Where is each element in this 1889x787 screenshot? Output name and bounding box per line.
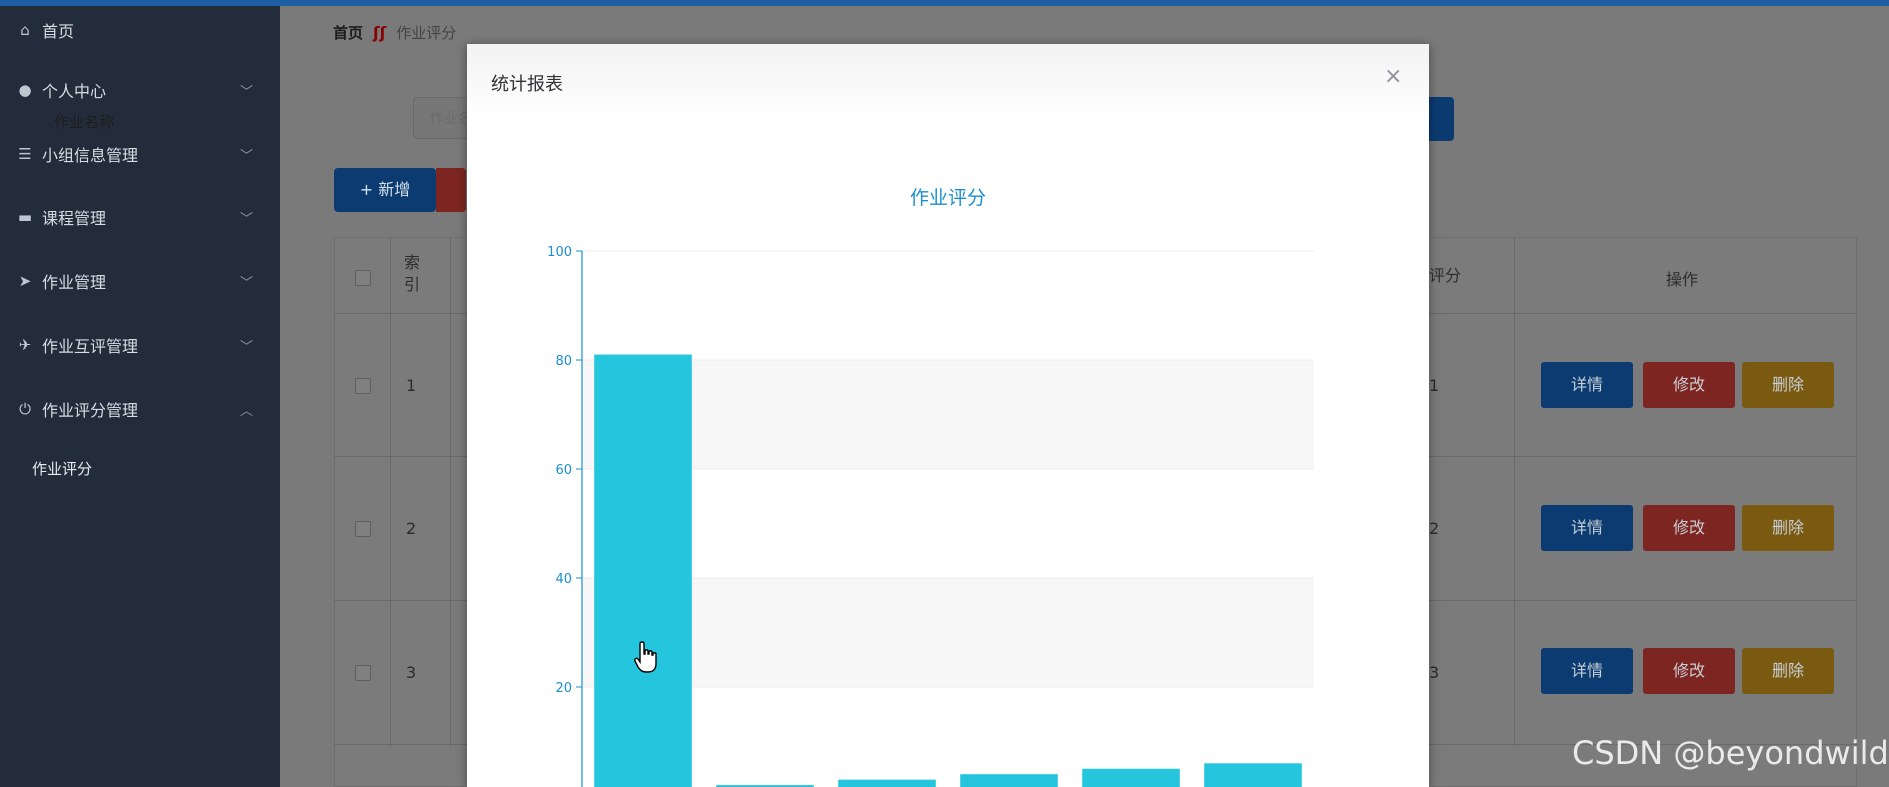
chevron-down-icon: ﹀ xyxy=(240,84,254,100)
bar xyxy=(1204,763,1302,787)
edit-button[interactable]: 修改 xyxy=(1643,362,1735,408)
search-input[interactable]: 作业名 xyxy=(413,97,473,139)
send-icon: ➤ xyxy=(18,272,32,290)
home-icon: ⌂ xyxy=(20,21,30,39)
bar xyxy=(838,779,936,787)
chevron-up-icon: ︿ xyxy=(240,403,254,419)
chevron-down-icon: ﹀ xyxy=(240,148,254,164)
detail-button[interactable]: 详情 xyxy=(1541,505,1633,551)
row-index: 1 xyxy=(406,376,417,395)
edit-button[interactable]: 修改 xyxy=(1643,648,1735,694)
sidebar-item-profile[interactable]: ● 个人中心 ﹀ xyxy=(0,70,280,110)
row-score: 2 xyxy=(1429,519,1440,538)
y-tick-label: 40 xyxy=(555,572,572,587)
sidebar-item-peer-review[interactable]: ✈ 作业互评管理 ﹀ xyxy=(0,325,280,365)
delete-button[interactable]: 删除 xyxy=(1742,505,1834,551)
row-checkbox[interactable] xyxy=(355,521,371,537)
detail-button[interactable]: 详情 xyxy=(1541,362,1633,408)
column-header-index: 索引 xyxy=(404,253,421,294)
chevron-down-icon: ﹀ xyxy=(240,339,254,355)
sidebar-item-homework[interactable]: ➤ 作业管理 ﹀ xyxy=(0,261,280,301)
row-checkbox[interactable] xyxy=(355,378,371,394)
sidebar-item-label: 首页 xyxy=(42,22,75,41)
sidebar-item-group[interactable]: ☰ 小组信息管理 ﹀ xyxy=(0,134,280,174)
watermark: CSDN @beyondwild xyxy=(1572,734,1889,772)
row-score: 1 xyxy=(1429,376,1440,395)
bar-chart: 作业评分020406080100学生姓名1学生姓名2学生姓名3学生姓名4学生姓名… xyxy=(547,187,1314,787)
breadcrumb: 首页 ʃʃ 作业评分 xyxy=(333,22,456,43)
bar xyxy=(594,354,692,787)
y-tick-label: 80 xyxy=(555,354,572,369)
modal-header: 统计报表 × xyxy=(467,44,1429,124)
sidebar-subitem-grading[interactable]: 作业评分 xyxy=(32,458,92,479)
y-tick-label: 60 xyxy=(555,463,572,478)
sidebar: ⌂ 首页 ● 个人中心 ﹀ ☰ 小组信息管理 ﹀ ▬ 课程管理 ﹀ ➤ 作业管理… xyxy=(0,6,280,787)
report-modal: 统计报表 × 作业评分020406080100学生姓名1学生姓名2学生姓名3学生… xyxy=(467,44,1429,787)
sidebar-item-label: 小组信息管理 xyxy=(42,146,139,165)
close-icon[interactable]: × xyxy=(1384,64,1402,89)
column-divider xyxy=(1514,237,1515,747)
chevron-down-icon: ﹀ xyxy=(240,211,254,227)
detail-button[interactable]: 详情 xyxy=(1541,648,1633,694)
sidebar-item-label: 作业管理 xyxy=(42,273,107,292)
chart-title: 作业评分 xyxy=(910,187,986,209)
sidebar-item-label: 个人中心 xyxy=(42,82,107,101)
bar xyxy=(1082,768,1180,787)
board-icon: ▬ xyxy=(17,208,33,226)
sidebar-item-label: 作业评分管理 xyxy=(42,401,139,420)
delete-button[interactable]: 删除 xyxy=(1742,648,1834,694)
row-index: 2 xyxy=(406,519,417,538)
y-tick-label: 100 xyxy=(547,245,572,260)
column-header-score[interactable]: 评分 xyxy=(1429,262,1461,286)
column-divider xyxy=(450,237,451,747)
power-icon: ⏻ xyxy=(19,400,31,418)
sidebar-item-label: 课程管理 xyxy=(42,209,107,228)
user-icon: ● xyxy=(18,81,32,99)
edit-button[interactable]: 修改 xyxy=(1643,505,1735,551)
bar xyxy=(960,774,1058,787)
breadcrumb-current: 作业评分 xyxy=(396,24,457,42)
breadcrumb-separator-icon: ʃʃ xyxy=(373,23,387,42)
row-checkbox[interactable] xyxy=(355,665,371,681)
plane-icon: ✈ xyxy=(18,336,32,354)
row-index: 3 xyxy=(406,663,417,682)
sidebar-item-home[interactable]: ⌂ 首页 xyxy=(0,10,280,50)
sidebar-item-label: 作业互评管理 xyxy=(42,337,139,356)
y-tick-label: 20 xyxy=(555,681,572,696)
search-label: 作业名称 xyxy=(54,113,115,131)
batch-delete-button[interactable] xyxy=(436,168,466,212)
breadcrumb-home[interactable]: 首页 xyxy=(333,24,363,42)
hand-cursor-icon xyxy=(634,641,657,673)
modal-title: 统计报表 xyxy=(491,74,563,95)
column-divider xyxy=(390,237,391,747)
column-header-actions: 操作 xyxy=(1666,270,1699,289)
sidebar-item-course[interactable]: ▬ 课程管理 ﹀ xyxy=(0,197,280,237)
row-score: 3 xyxy=(1429,663,1440,682)
add-button[interactable]: + 新增 xyxy=(334,168,436,212)
select-all-checkbox[interactable] xyxy=(355,270,371,286)
chevron-down-icon: ﹀ xyxy=(240,275,254,291)
sliders-icon: ☰ xyxy=(18,145,32,163)
sidebar-item-grading[interactable]: ⏻ 作业评分管理 ︿ xyxy=(0,389,280,429)
delete-button[interactable]: 删除 xyxy=(1742,362,1834,408)
